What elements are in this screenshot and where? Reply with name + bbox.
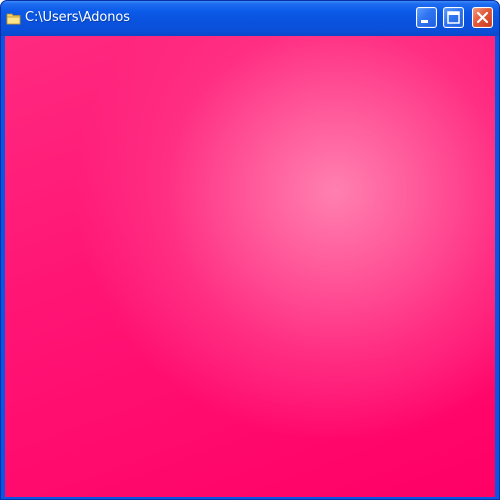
minimize-icon [421,20,428,23]
folder-icon [6,13,21,25]
title-bar[interactable]: C:\Users\Adonos [1,1,499,36]
close-icon [476,11,489,24]
minimize-button[interactable] [416,7,437,28]
window-content-area[interactable] [5,36,495,497]
maximize-icon [447,11,460,24]
explorer-window: C:\Users\Adonos [0,0,500,500]
maximize-button[interactable] [443,7,464,28]
close-button[interactable] [472,7,493,28]
window-title: C:\Users\Adonos [25,10,130,25]
